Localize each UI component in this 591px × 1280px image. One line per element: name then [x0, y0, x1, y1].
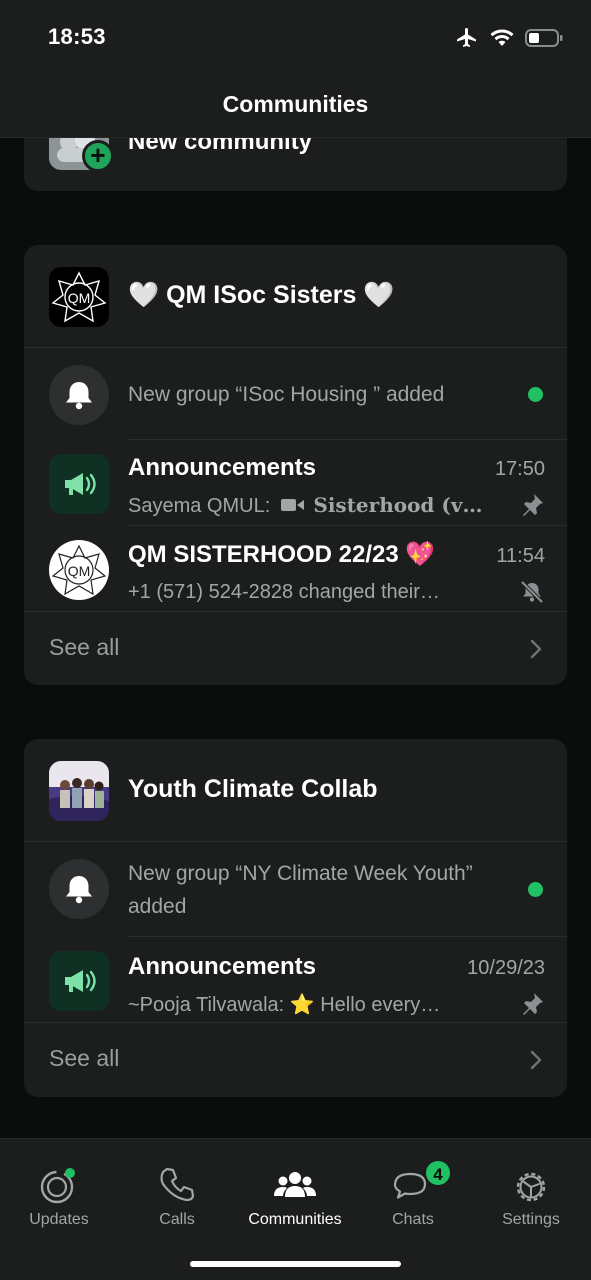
community-card: Youth Climate Collab New group “NY Clima… [24, 739, 567, 1097]
tab-calls[interactable]: Calls [118, 1139, 236, 1239]
tab-label: Chats [392, 1211, 434, 1228]
group-row-announcements[interactable]: Announcements 17:50 Sayema QMUL: Sisterh… [24, 440, 567, 526]
group-time: 10/29/23 [467, 957, 545, 979]
updates-icon [40, 1168, 75, 1204]
preview-sender: ~Pooja Tilvawala: [128, 993, 285, 1016]
tab-updates[interactable]: Updates [0, 1139, 118, 1239]
see-all-row[interactable]: See all [24, 612, 567, 685]
community-header[interactable]: QM 🤍 QM ISoc Sisters 🤍 [24, 245, 567, 348]
airplane-mode-icon [457, 28, 476, 47]
pin-icon [523, 494, 543, 516]
tab-label: Communities [248, 1211, 342, 1228]
group-time: 11:54 [496, 545, 545, 567]
tab-label: Calls [159, 1211, 195, 1228]
unread-badge: 4 [424, 1159, 452, 1187]
new-group-notice[interactable]: New group “ISoc Housing ” added [24, 349, 567, 441]
status-bar: 18:53 [0, 0, 591, 78]
pin-icon [523, 993, 543, 1015]
megaphone-icon [49, 951, 109, 1011]
nav-header: Communities [0, 78, 591, 138]
notice-text: New group “NY Climate Week Youth” added [128, 862, 473, 918]
muted-bell-icon [520, 580, 544, 604]
group-avatar: QM [49, 540, 109, 600]
tab-settings[interactable]: Settings [472, 1139, 590, 1239]
group-preview: +1 (571) 524-2828 changed their… [128, 580, 440, 603]
community-name: Youth Climate Collab [128, 775, 378, 803]
page-title: Communities [222, 91, 369, 117]
community-header[interactable]: Youth Climate Collab [24, 739, 567, 842]
notice-text: New group “ISoc Housing ” added [128, 383, 445, 406]
unread-dot [528, 882, 543, 897]
bell-icon [49, 859, 109, 919]
tab-bar: Updates Calls Communities 4 Chats Settin… [0, 1138, 591, 1280]
see-all-link[interactable]: See all [49, 634, 119, 661]
group-title: Announcements [128, 454, 317, 481]
add-icon: + [82, 140, 114, 172]
gear-icon [516, 1172, 546, 1202]
tab-label: Settings [502, 1211, 560, 1228]
group-time: 17:50 [494, 458, 545, 480]
home-indicator[interactable] [190, 1261, 401, 1267]
see-all-row[interactable]: See all [24, 1023, 567, 1097]
chevron-right-icon [530, 639, 542, 659]
tab-chats[interactable]: 4 Chats [354, 1139, 472, 1239]
status-time: 18:53 [48, 24, 106, 49]
group-preview: ~Pooja Tilvawala: ⭐ Hello every… [128, 992, 440, 1017]
bell-icon [49, 365, 109, 425]
video-icon [280, 498, 304, 511]
wifi-icon [490, 29, 514, 46]
community-avatar [49, 761, 109, 821]
see-all-link[interactable]: See all [49, 1045, 119, 1072]
group-row-sisterhood[interactable]: QM QM SISTERHOOD 22/23 💖 11:54 +1 (571) … [24, 526, 567, 612]
battery-icon [525, 29, 563, 47]
preview-text: Sisterhood (v… [313, 492, 483, 517]
community-avatar: QM [49, 267, 109, 327]
community-name: 🤍 QM ISoc Sisters 🤍 [128, 281, 395, 309]
svg-text:QM: QM [68, 290, 91, 306]
megaphone-icon [49, 454, 109, 514]
phone-icon [160, 1167, 195, 1202]
group-title: QM SISTERHOOD 22/23 💖 [128, 541, 436, 568]
preview-text: ⭐ Hello every… [289, 993, 441, 1016]
group-preview: Sayema QMUL: Sisterhood (v… [128, 493, 482, 518]
tab-communities[interactable]: Communities [236, 1139, 354, 1239]
group-row-announcements[interactable]: Announcements 10/29/23 ~Pooja Tilvawala:… [24, 937, 567, 1023]
communities-icon [274, 1172, 316, 1197]
svg-text:QM: QM [68, 563, 91, 579]
unread-dot [528, 387, 543, 402]
preview-sender: Sayema QMUL: [128, 494, 271, 517]
group-title: Announcements [128, 953, 317, 980]
chevron-right-icon [530, 1050, 542, 1070]
tab-label: Updates [29, 1211, 89, 1228]
status-icons [455, 26, 563, 50]
community-card: QM 🤍 QM ISoc Sisters 🤍 New group “ISoc H… [24, 245, 567, 685]
new-group-notice[interactable]: New group “NY Climate Week Youth” added [24, 843, 567, 937]
